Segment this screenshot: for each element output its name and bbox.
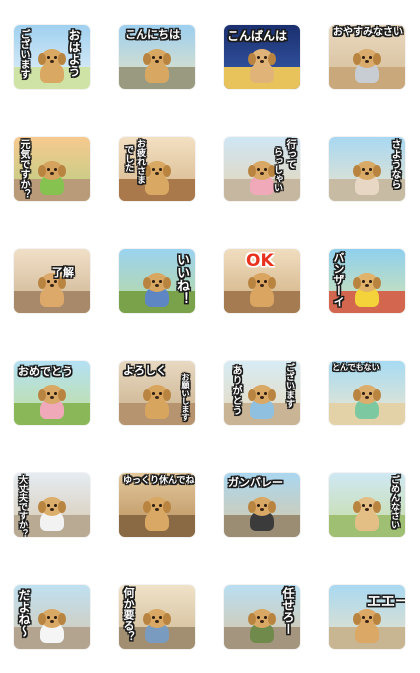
puppy-illustration [247, 497, 277, 531]
sticker-tile[interactable]: おめでとう [14, 361, 90, 425]
sticker-tile[interactable]: こんばんは [224, 25, 300, 89]
puppy-illustration [142, 49, 172, 83]
sticker-tile[interactable]: さようなら [329, 137, 405, 201]
sticker-grid: おはよう ございます こんにちは こんばんは おやすみなさい 元気ですか？ お疲れさま でした… [0, 0, 420, 673]
sticker-caption: 元気ですか？ [18, 139, 29, 199]
sticker-caption: おはよう [67, 29, 81, 77]
sticker-tile[interactable]: いいね！ [119, 249, 195, 313]
sticker-caption: いいね！ [174, 253, 189, 305]
sticker-tile[interactable]: 任せろー [224, 585, 300, 649]
sticker-caption: おやすみなさい [333, 27, 403, 38]
sticker-caption: ごめんなさい [389, 475, 399, 529]
sticker-caption: ありがとう [230, 365, 241, 415]
puppy-illustration [37, 609, 67, 643]
sticker-tile[interactable]: ありがとう ございます [224, 361, 300, 425]
sticker-tile[interactable]: 元気ですか？ [14, 137, 90, 201]
sticker-tile[interactable]: バンザーイ [329, 249, 405, 313]
puppy-illustration [37, 385, 67, 419]
sticker-tile[interactable]: ゆっくり休んでね [119, 473, 195, 537]
puppy-illustration [352, 385, 382, 419]
puppy-illustration [247, 385, 277, 419]
puppy-illustration [247, 609, 277, 643]
sticker-caption: 行って [284, 139, 295, 169]
puppy-illustration [247, 273, 277, 307]
sticker-caption: お願いします [181, 373, 190, 421]
sticker-tile[interactable]: OK [224, 249, 300, 313]
sticker-caption: バンザーイ [332, 252, 345, 307]
sticker-caption: とんでもない [332, 363, 380, 372]
puppy-illustration [142, 385, 172, 419]
sticker-caption: 任せろー [281, 587, 295, 635]
puppy-illustration [142, 161, 172, 195]
puppy-illustration [247, 49, 277, 83]
sticker-caption: こんばんは [227, 29, 288, 43]
puppy-illustration [352, 497, 382, 531]
sticker-caption: ゆっくり休んでね [123, 476, 195, 486]
sticker-caption: エエー [367, 594, 405, 610]
puppy-illustration [142, 273, 172, 307]
sticker-caption: よろしく [123, 364, 167, 377]
sticker-tile[interactable]: 大丈夫ですか？ [14, 473, 90, 537]
sticker-tile[interactable]: お疲れさま でした [119, 137, 195, 201]
sticker-tile[interactable]: ごめんなさい [329, 473, 405, 537]
puppy-illustration [142, 497, 172, 531]
puppy-illustration [37, 161, 67, 195]
sticker-tile[interactable]: とんでもない [329, 361, 405, 425]
sticker-caption: 何か要る？ [122, 587, 135, 642]
sticker-caption: こんにちは [125, 28, 180, 41]
sticker-caption: OK [246, 251, 274, 271]
sticker-caption: おめでとう [18, 365, 73, 378]
sticker-tile[interactable]: 行って らっしゃい [224, 137, 300, 201]
sticker-tile[interactable]: だよね〜 [14, 585, 90, 649]
puppy-illustration [37, 49, 67, 83]
sticker-caption: だよね〜 [17, 589, 31, 637]
sticker-tile[interactable]: よろしくお願いします [119, 361, 195, 425]
sticker-caption: お疲れさま [135, 139, 145, 184]
puppy-illustration [352, 273, 382, 307]
puppy-illustration [142, 609, 172, 643]
sticker-tile[interactable]: 何か要る？ [119, 585, 195, 649]
sticker-caption: 大丈夫ですか？ [17, 475, 27, 537]
sticker-tile[interactable]: 了解 [14, 249, 90, 313]
sticker-tile[interactable]: おはよう ございます [14, 25, 90, 89]
sticker-caption: らっしゃい [272, 147, 282, 192]
sticker-caption: ガンバレー [228, 476, 283, 489]
puppy-illustration [352, 49, 382, 83]
puppy-illustration [352, 161, 382, 195]
sticker-caption: 了解 [52, 266, 74, 279]
sticker-caption: ございます [284, 363, 294, 408]
sticker-tile[interactable]: ガンバレー [224, 473, 300, 537]
sticker-caption: さようなら [389, 139, 400, 189]
sticker-tile[interactable]: おやすみなさい [329, 25, 405, 89]
puppy-illustration [37, 497, 67, 531]
sticker-caption: ございます [18, 29, 29, 79]
sticker-caption: でした [123, 145, 133, 172]
sticker-tile[interactable]: こんにちは [119, 25, 195, 89]
sticker-tile[interactable]: エエー [329, 585, 405, 649]
puppy-illustration [352, 609, 382, 643]
